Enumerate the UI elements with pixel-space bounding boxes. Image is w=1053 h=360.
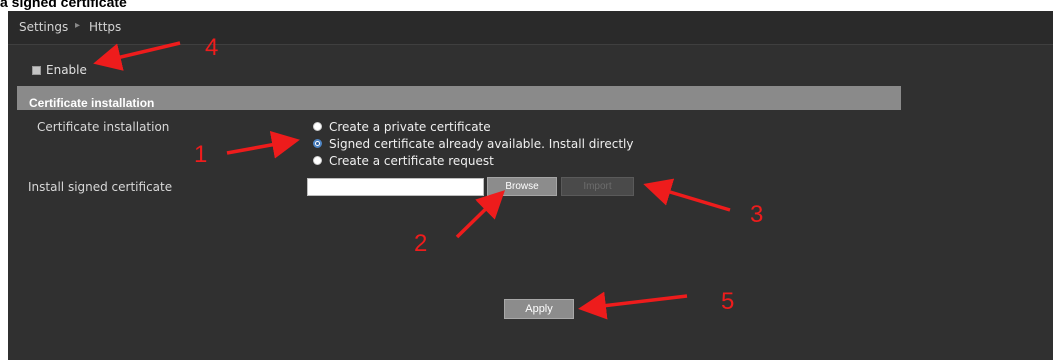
annotation-number-4: 4 bbox=[205, 34, 219, 61]
option-label[interactable]: Create a private certificate bbox=[329, 120, 491, 134]
https-settings-panel: Settings ▸ Https Enable Certificate inst… bbox=[8, 11, 1053, 360]
browse-button[interactable]: Browse bbox=[487, 177, 557, 196]
apply-button[interactable]: Apply bbox=[504, 299, 574, 319]
section-title: Certificate installation bbox=[29, 96, 155, 110]
breadcrumb: Settings ▸ Https bbox=[8, 11, 1053, 45]
radio-signed-certificate[interactable] bbox=[313, 139, 322, 148]
annotation-number-2: 2 bbox=[414, 230, 428, 257]
certificate-installation-label: Certificate installation bbox=[37, 120, 170, 134]
document-caption: a signed certificate bbox=[0, 0, 127, 10]
annotation-number-5: 5 bbox=[721, 288, 735, 315]
radio-certificate-request[interactable] bbox=[313, 156, 322, 165]
enable-label[interactable]: Enable bbox=[46, 63, 87, 77]
section-header: Certificate installation bbox=[17, 86, 901, 110]
install-signed-certificate-label: Install signed certificate bbox=[28, 180, 173, 194]
annotation-number-3: 3 bbox=[750, 201, 764, 228]
breadcrumb-https: Https bbox=[89, 20, 122, 34]
certificate-file-input[interactable] bbox=[307, 178, 484, 196]
import-button[interactable]: Import bbox=[561, 177, 634, 196]
breadcrumb-separator-icon: ▸ bbox=[75, 20, 81, 31]
option-label[interactable]: Signed certificate already available. In… bbox=[329, 137, 633, 151]
radio-private-certificate[interactable] bbox=[313, 122, 322, 131]
option-label[interactable]: Create a certificate request bbox=[329, 154, 494, 168]
breadcrumb-settings[interactable]: Settings bbox=[19, 20, 68, 34]
annotation-number-1: 1 bbox=[194, 141, 208, 168]
enable-checkbox[interactable] bbox=[32, 66, 41, 75]
